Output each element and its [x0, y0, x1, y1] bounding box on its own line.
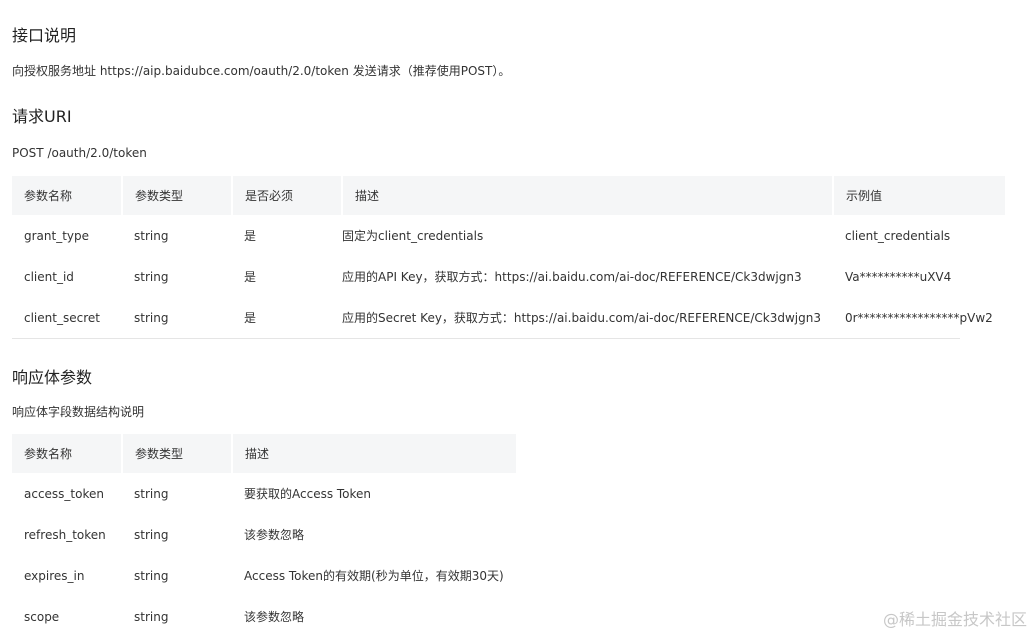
cell-required: 是: [244, 270, 257, 284]
header-description: 描述: [342, 176, 834, 215]
cell-description: Access Token的有效期(秒为单位，有效期30天): [244, 569, 504, 583]
cell-description: 该参数忽略: [244, 528, 305, 542]
cell-param-name: client_id: [24, 269, 74, 284]
cell-param-type: string: [134, 269, 169, 284]
table-row: client_id string 是 应用的API Key，获取方式：https…: [12, 256, 1005, 297]
table-divider: [12, 338, 960, 339]
cell-required: 是: [244, 311, 257, 325]
response-params-table: 参数名称 参数类型 描述 access_token string 要获取的Acc…: [12, 434, 516, 637]
section-title-response-params: 响应体参数: [12, 368, 93, 387]
header-param-name: 参数名称: [12, 434, 123, 473]
header-example: 示例值: [832, 176, 1005, 215]
cell-param-name: refresh_token: [24, 527, 106, 542]
table-row: grant_type string 是 固定为client_credential…: [12, 215, 1005, 256]
cell-param-name: access_token: [24, 486, 104, 501]
cell-param-type: string: [134, 568, 169, 583]
request-uri-text: POST /oauth/2.0/token: [12, 146, 147, 160]
response-params-subtitle: 响应体字段数据结构说明: [12, 405, 145, 419]
cell-param-type: string: [134, 527, 169, 542]
table-row: client_secret string 是 应用的Secret Key，获取方…: [12, 297, 1005, 338]
header-description: 描述: [232, 434, 516, 473]
section-title-request-uri: 请求URI: [12, 107, 72, 126]
cell-description: 应用的Secret Key，获取方式：https://ai.baidu.com/…: [342, 311, 821, 325]
section-title-interface: 接口说明: [12, 26, 77, 45]
cell-param-type: string: [134, 310, 169, 325]
header-param-name: 参数名称: [12, 176, 123, 215]
watermark: @稀土掘金技术社区: [882, 610, 1027, 629]
cell-param-name: client_secret: [24, 310, 100, 325]
cell-param-name: grant_type: [24, 228, 90, 243]
cell-param-type: string: [134, 609, 169, 624]
cell-param-name: scope: [24, 609, 60, 624]
cell-example: 0r*****************pVw2: [844, 310, 993, 325]
cell-description: 要获取的Access Token: [244, 487, 372, 501]
cell-param-type: string: [134, 228, 169, 243]
interface-description: 向授权服务地址 https://aip.baidubce.com/oauth/2…: [12, 64, 511, 78]
request-params-table: 参数名称 参数类型 是否必须 描述 示例值 grant_type string …: [12, 176, 1005, 338]
cell-param-type: string: [134, 486, 169, 501]
table-header-row: 参数名称 参数类型 是否必须 描述 示例值: [12, 176, 1005, 215]
cell-required: 是: [244, 229, 257, 243]
cell-description: 该参数忽略: [244, 610, 305, 624]
table-header-row: 参数名称 参数类型 描述: [12, 434, 516, 473]
cell-example: Va**********uXV4: [844, 269, 952, 284]
table-row: scope string 该参数忽略: [12, 596, 516, 637]
cell-example: client_credentials: [844, 228, 951, 243]
table-row: access_token string 要获取的Access Token: [12, 473, 516, 514]
header-required: 是否必须: [232, 176, 343, 215]
header-param-type: 参数类型: [122, 176, 233, 215]
cell-param-name: expires_in: [24, 568, 85, 583]
cell-description: 固定为client_credentials: [342, 229, 484, 243]
cell-description: 应用的API Key，获取方式：https://ai.baidu.com/ai-…: [342, 270, 802, 284]
table-row: refresh_token string 该参数忽略: [12, 514, 516, 555]
table-row: expires_in string Access Token的有效期(秒为单位，…: [12, 555, 516, 596]
header-param-type: 参数类型: [122, 434, 233, 473]
